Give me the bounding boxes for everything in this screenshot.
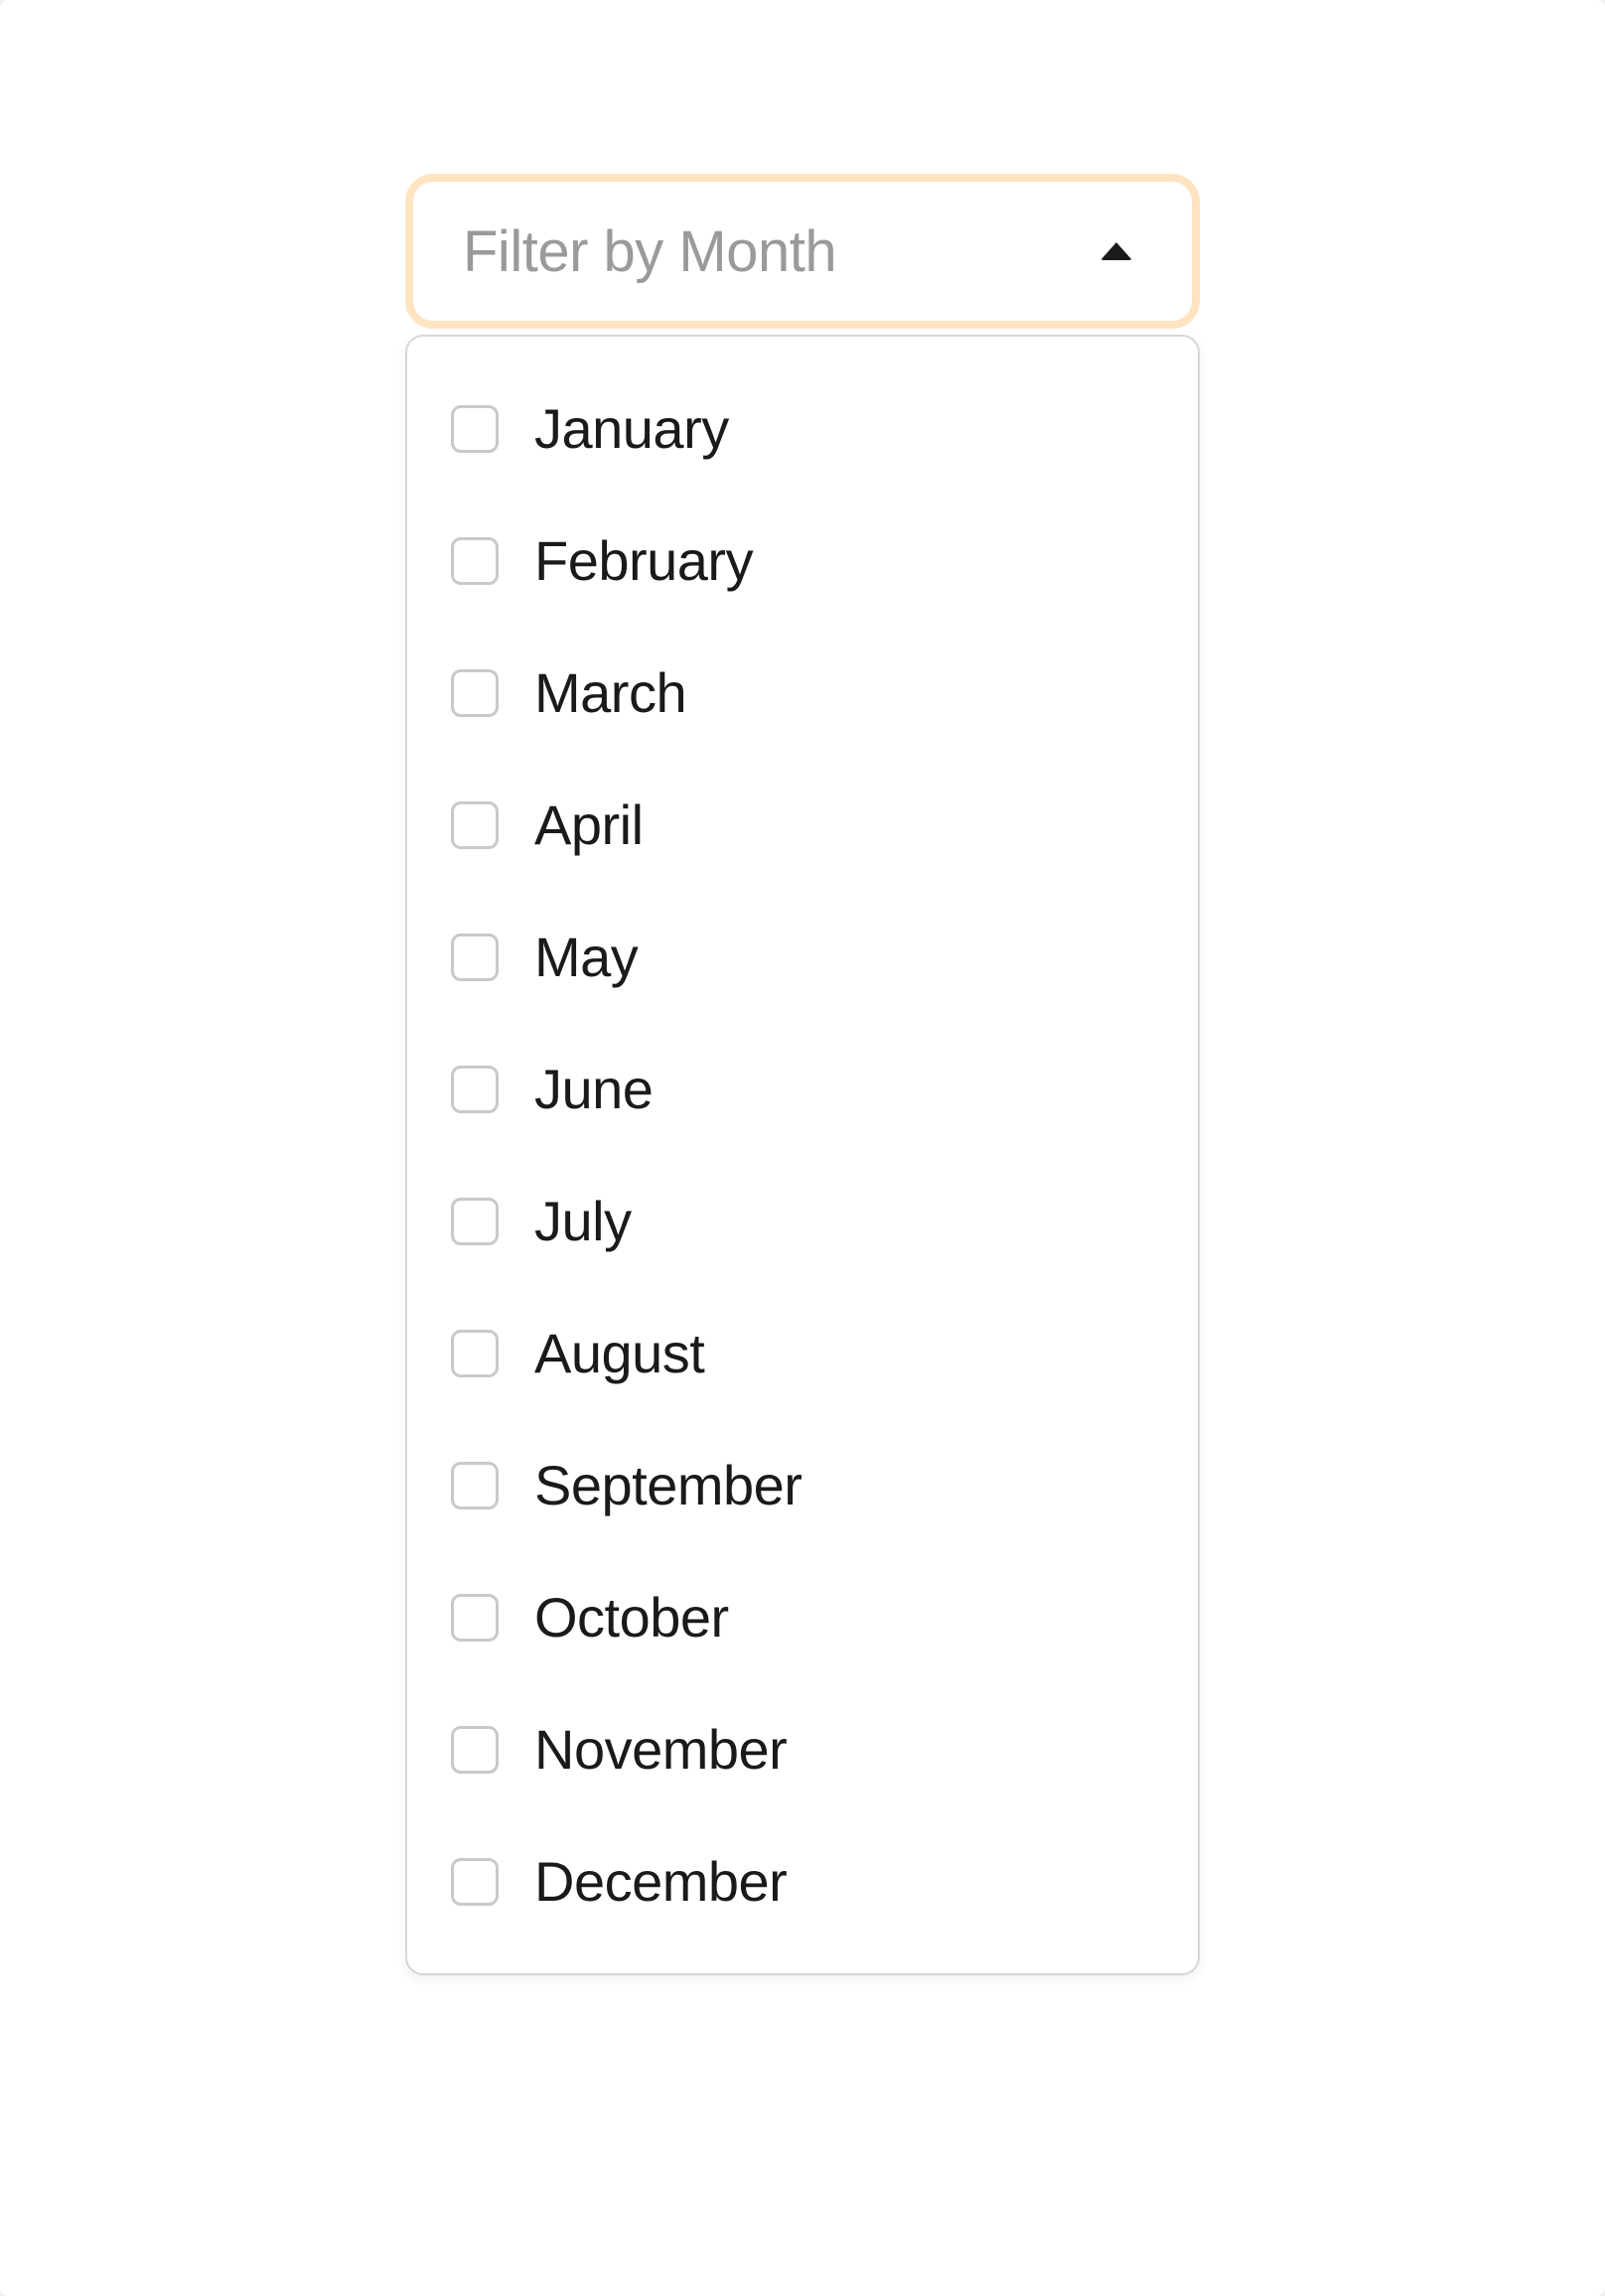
month-option-december[interactable]: December [407,1815,1198,1947]
month-option-july[interactable]: July [407,1155,1198,1287]
month-filter-dropdown: Filter by Month January February March A… [405,174,1200,1975]
month-option-august[interactable]: August [407,1287,1198,1419]
month-option-april[interactable]: April [407,759,1198,891]
month-option-label: June [534,1057,653,1121]
month-option-march[interactable]: March [407,627,1198,759]
month-filter-trigger[interactable]: Filter by Month [405,174,1200,329]
checkbox-icon[interactable] [451,669,499,717]
caret-up-icon [1100,242,1132,260]
month-option-october[interactable]: October [407,1551,1198,1683]
month-option-label: March [534,660,686,725]
checkbox-icon[interactable] [451,1066,499,1113]
checkbox-icon[interactable] [451,1726,499,1774]
card-container: Filter by Month January February March A… [0,0,1605,2296]
month-option-january[interactable]: January [407,362,1198,495]
checkbox-icon[interactable] [451,933,499,981]
checkbox-icon[interactable] [451,1594,499,1642]
month-option-label: September [534,1453,802,1517]
month-option-label: January [534,396,729,461]
month-option-label: April [534,792,644,857]
checkbox-icon[interactable] [451,1462,499,1509]
checkbox-icon[interactable] [451,405,499,453]
checkbox-icon[interactable] [451,537,499,585]
checkbox-icon[interactable] [451,1330,499,1377]
month-option-label: July [534,1189,632,1253]
month-option-may[interactable]: May [407,891,1198,1023]
checkbox-icon[interactable] [451,801,499,849]
month-option-september[interactable]: September [407,1419,1198,1551]
month-option-label: February [534,528,753,593]
checkbox-icon[interactable] [451,1858,499,1906]
month-filter-label: Filter by Month [463,218,836,285]
month-option-label: May [534,925,638,989]
month-option-label: October [534,1585,729,1650]
month-option-label: November [534,1717,787,1782]
month-option-label: December [534,1849,787,1914]
month-option-november[interactable]: November [407,1683,1198,1815]
month-option-june[interactable]: June [407,1023,1198,1155]
checkbox-icon[interactable] [451,1198,499,1245]
month-option-february[interactable]: February [407,495,1198,627]
month-option-label: August [534,1321,704,1385]
month-filter-menu: January February March April May June [405,335,1200,1975]
